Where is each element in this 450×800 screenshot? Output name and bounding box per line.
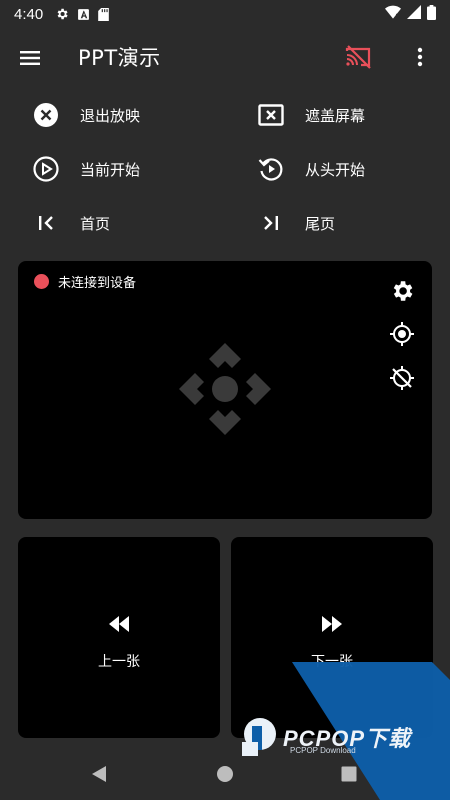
- previous-slide-button[interactable]: 上一张: [18, 537, 220, 738]
- gps-off-icon[interactable]: [389, 365, 415, 391]
- next-slide-label: 下一张: [311, 654, 353, 670]
- start-from-current-label: 当前开始: [80, 160, 141, 179]
- connection-status: 未连接到设备: [34, 272, 136, 291]
- cast-disconnected-icon[interactable]: [344, 45, 372, 69]
- close-circle-icon: [32, 101, 60, 129]
- sd-card-status-icon: [98, 7, 110, 21]
- replay-icon: [257, 155, 285, 183]
- status-time: 4:40: [14, 5, 44, 23]
- control-pad[interactable]: 未连接到设备: [18, 261, 432, 519]
- app-bar: PPT演示: [0, 28, 450, 86]
- exit-show-label: 退出放映: [80, 106, 141, 125]
- skip-to-last-icon: [257, 209, 285, 237]
- signal-icon: [407, 5, 421, 23]
- settings-status-icon: [55, 7, 69, 21]
- last-page-label: 尾页: [305, 214, 336, 233]
- start-from-beginning-button[interactable]: 从头开始: [257, 149, 365, 189]
- presentation-actions: 退出放映 遮盖屏幕 当前开始 从头开始 首页 尾页: [0, 88, 450, 252]
- system-navigation-bar: [0, 748, 450, 800]
- gps-fixed-icon[interactable]: [389, 321, 415, 347]
- cover-screen-button[interactable]: 遮盖屏幕: [257, 95, 365, 135]
- rewind-icon: [108, 615, 130, 633]
- skip-to-first-icon: [32, 209, 60, 237]
- cover-screen-label: 遮盖屏幕: [305, 106, 366, 125]
- menu-icon[interactable]: [18, 46, 42, 70]
- page-title: PPT演示: [78, 46, 161, 70]
- font-status-icon: [77, 8, 90, 21]
- settings-icon[interactable]: [389, 278, 415, 304]
- first-page-label: 首页: [80, 214, 111, 233]
- play-circle-icon: [32, 155, 60, 183]
- cover-screen-icon: [257, 101, 285, 129]
- dpad-icon: [179, 343, 271, 435]
- exit-show-button[interactable]: 退出放映: [32, 95, 140, 135]
- status-dot: [34, 274, 49, 289]
- wifi-icon: [385, 5, 401, 23]
- recents-icon[interactable]: [340, 765, 358, 783]
- start-from-beginning-label: 从头开始: [305, 160, 366, 179]
- fast-forward-icon: [321, 615, 343, 633]
- back-icon[interactable]: [90, 765, 108, 783]
- last-page-button[interactable]: 尾页: [257, 203, 335, 243]
- home-icon[interactable]: [216, 765, 234, 783]
- previous-slide-label: 上一张: [98, 654, 140, 670]
- first-page-button[interactable]: 首页: [32, 203, 110, 243]
- battery-icon: [427, 4, 436, 24]
- status-bar: 4:40: [0, 0, 450, 28]
- connection-status-label: 未连接到设备: [58, 276, 137, 291]
- start-from-current-button[interactable]: 当前开始: [32, 149, 140, 189]
- more-options-icon[interactable]: [408, 45, 432, 69]
- next-slide-button[interactable]: 下一张: [231, 537, 433, 738]
